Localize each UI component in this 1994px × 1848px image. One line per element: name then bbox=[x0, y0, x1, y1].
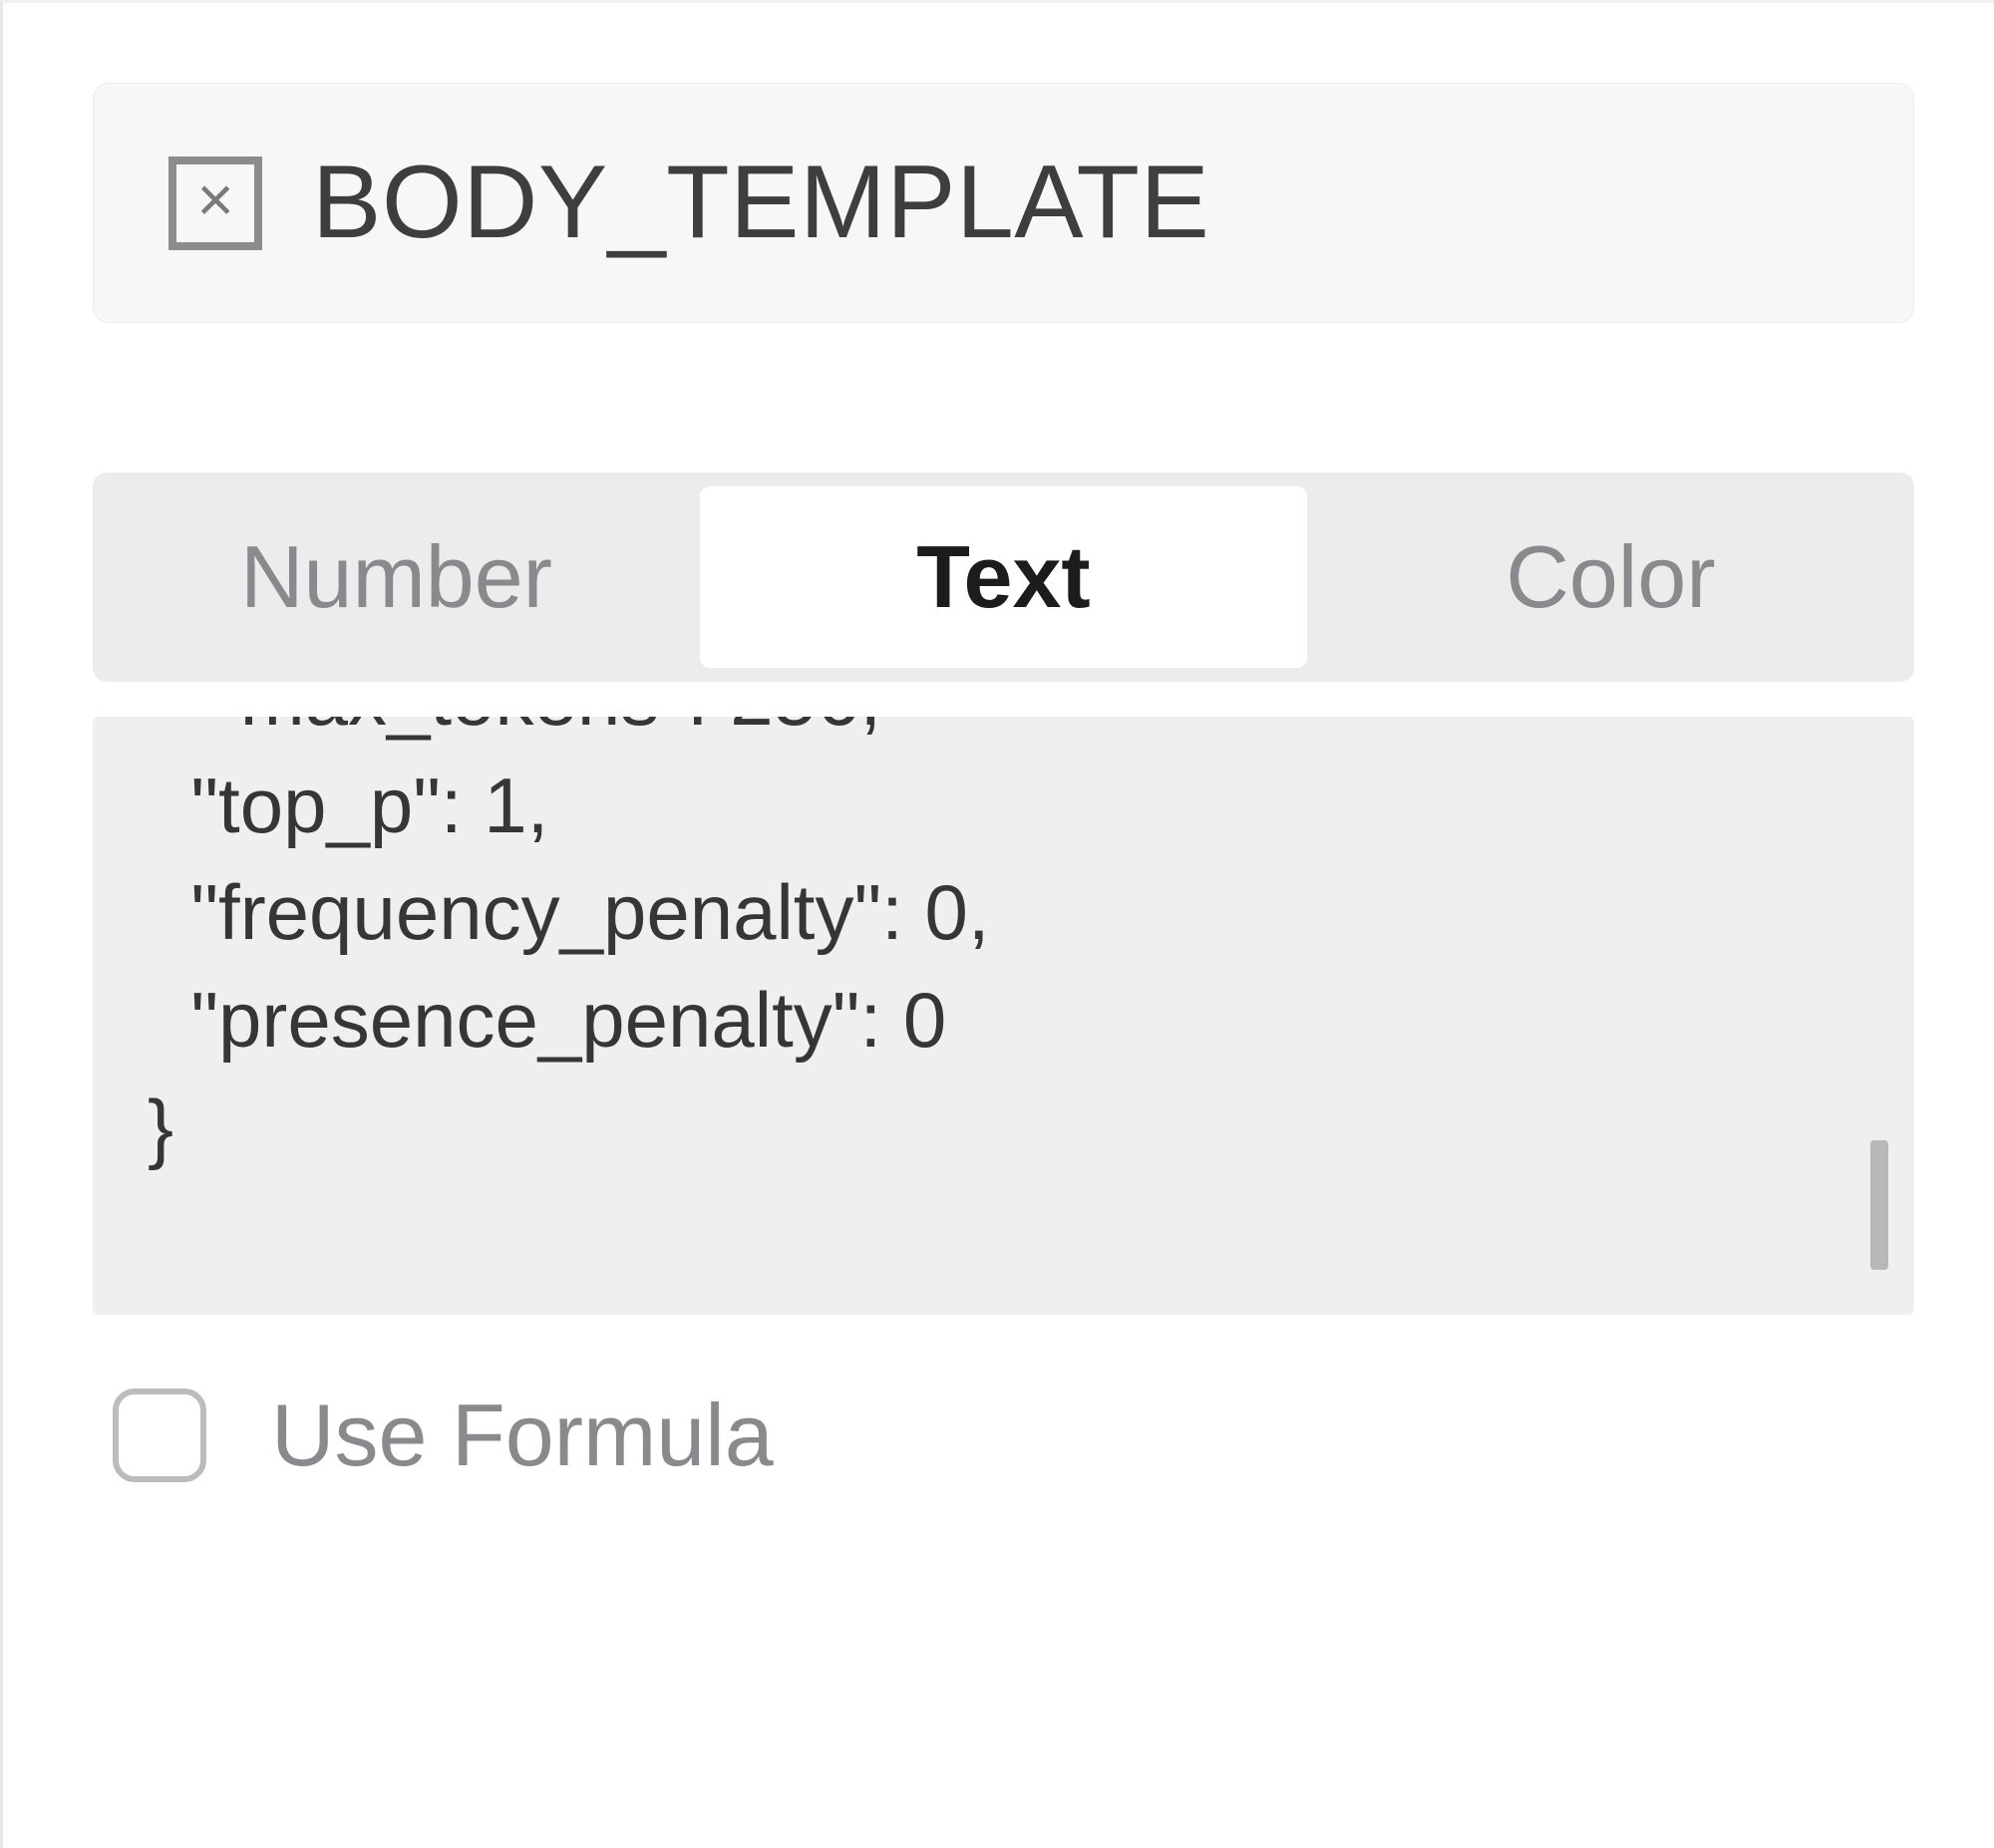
variable-header: × BODY_TEMPLATE bbox=[93, 83, 1914, 323]
text-value-field[interactable]: "max_tokens": 256, "top_p": 1, "frequenc… bbox=[93, 717, 1914, 1315]
variable-editor-panel: × BODY_TEMPLATE Number Text Color "max_t… bbox=[3, 3, 1994, 1486]
use-formula-row: Use Formula bbox=[93, 1385, 1914, 1486]
tab-color[interactable]: Color bbox=[1307, 486, 1914, 668]
value-type-tabs: Number Text Color bbox=[93, 472, 1914, 682]
variable-name: BODY_TEMPLATE bbox=[312, 144, 1209, 262]
tab-number[interactable]: Number bbox=[93, 486, 700, 668]
tab-text[interactable]: Text bbox=[700, 486, 1307, 668]
boxed-x-icon: × bbox=[168, 156, 262, 250]
text-value-content[interactable]: "max_tokens": 256, "top_p": 1, "frequenc… bbox=[148, 717, 1859, 1181]
use-formula-checkbox[interactable] bbox=[113, 1388, 206, 1482]
use-formula-label: Use Formula bbox=[271, 1385, 774, 1486]
scrollbar-thumb[interactable] bbox=[1870, 1140, 1888, 1270]
